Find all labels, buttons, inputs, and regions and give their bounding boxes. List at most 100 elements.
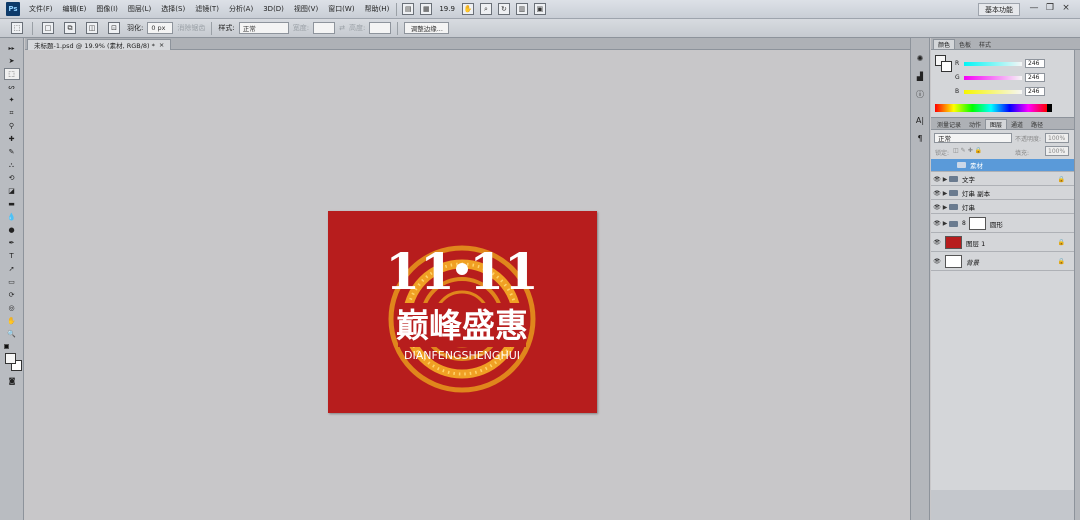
hand-tool-side-icon[interactable]: ✋ [4,315,20,327]
layer-row[interactable]: 👁 背景 🔒 [931,253,1079,271]
slider-g[interactable]: G 246 [955,73,1045,82]
tab-layers[interactable]: 图层 [985,119,1008,129]
opacity-input[interactable]: 100% [1045,133,1069,143]
clone-stamp-tool-icon[interactable]: ⛬ [4,159,20,171]
style-select[interactable]: 正常 [238,22,289,34]
layer-name[interactable]: 灯串 副本 [962,188,990,198]
tab-color[interactable]: 颜色 [933,39,956,49]
layer-row[interactable]: 👁 ▶ 灯串 [931,201,1079,214]
antialias-checkbox[interactable]: 消除锯齿 [177,23,205,33]
character-icon[interactable]: A| [913,114,927,126]
rect-marquee-tool-icon[interactable]: ⬚ [3,68,20,80]
expand-group-icon[interactable]: ▶ [941,204,949,211]
shape-tool-icon[interactable]: ▭ [4,276,20,288]
arrange-documents-icon[interactable]: ▥ [515,3,528,15]
tab-actions[interactable]: 动作 [965,119,985,129]
tab-paths[interactable]: 路径 [1027,119,1047,129]
slider-r-value[interactable]: 246 [1025,59,1045,68]
tab-styles[interactable]: 样式 [975,39,995,49]
foreground-color-swatch[interactable] [5,353,16,364]
expand-group-icon[interactable]: ▶ [941,176,949,183]
slider-b[interactable]: B 246 [955,87,1045,96]
gradient-tool-icon[interactable]: ▬ [4,198,20,210]
rotate-view-icon[interactable]: ↻ [497,3,510,15]
workspace-switcher[interactable]: 基本功能 [978,3,1020,16]
zoom-tool-icon[interactable]: ⌕ [479,3,492,15]
layer-row[interactable]: 👁 ▶ 文字 🔒 [931,173,1079,186]
layer-name[interactable]: 图层 1 [966,238,985,248]
magic-wand-tool-icon[interactable]: ✦ [4,94,20,106]
fill-input[interactable]: 100% [1045,146,1069,156]
history-brush-tool-icon[interactable]: ⟲ [4,172,20,184]
default-colors-icon[interactable] [4,344,9,349]
menu-select[interactable]: 选择(S) [156,4,190,14]
panel-scrollbar[interactable] [1074,50,1080,520]
marquee-preset-icon[interactable]: ⬚ [11,22,23,34]
visibility-toggle-icon[interactable]: 👁 [933,204,941,211]
view-extras-icon[interactable]: ▦ [420,3,433,15]
visibility-toggle-icon[interactable]: 👁 [933,239,941,246]
toolbox-collapse-icon[interactable]: ▸▸ [4,42,20,54]
menu-window[interactable]: 窗口(W) [323,4,359,14]
layer-row[interactable]: 素材 [931,159,1079,172]
tab-swatches[interactable]: 色板 [955,39,975,49]
quick-mask-icon[interactable]: ◙ [4,375,20,387]
menu-edit[interactable]: 编辑(E) [58,4,92,14]
layer-row[interactable]: 👁 ▶ 灯串 副本 [931,187,1079,200]
visibility-toggle-icon[interactable]: 👁 [933,258,941,265]
restore-icon[interactable]: ❐ [1044,3,1056,13]
document-tab[interactable]: 未标题-1.psd @ 19.9% (素材, RGB/8) * × [27,39,172,50]
layer-mask-thumbnail[interactable] [968,217,986,230]
layer-name[interactable]: 素材 [970,160,983,170]
color-panel-bg-swatch[interactable] [941,61,952,72]
artwork[interactable]: 11 11 巅峰盛惠 DIANFENGSHENGHUI [328,211,597,413]
layer-thumbnail[interactable] [945,255,962,268]
hand-tool-icon[interactable]: ✋ [461,3,474,15]
lock-options-icon[interactable]: ◫✎✚🔒 [953,147,984,154]
slider-r[interactable]: R 246 [955,59,1045,68]
visibility-toggle-icon[interactable]: 👁 [933,190,941,197]
layer-row[interactable]: 👁 图层 1 🔒 [931,234,1079,252]
tab-measurement-log[interactable]: 测量记录 [933,119,965,129]
blur-tool-icon[interactable]: 💧 [4,211,20,223]
slider-g-track[interactable] [964,75,1022,80]
add-selection-icon[interactable]: ⧉ [64,22,76,34]
feather-input[interactable]: 0 px [147,22,174,34]
layer-name[interactable]: 文字 [962,174,975,184]
crop-tool-icon[interactable]: ⌗ [4,107,20,119]
menu-image[interactable]: 图像(I) [91,4,123,14]
close-icon[interactable]: × [1060,3,1072,13]
visibility-toggle-icon[interactable]: 👁 [933,176,941,183]
expand-group-icon[interactable]: ▶ [941,220,949,227]
zoom-tool-side-icon[interactable]: 🔍 [4,328,20,340]
minimize-icon[interactable]: — [1028,3,1040,13]
eraser-tool-icon[interactable]: ◪ [4,185,20,197]
lasso-tool-icon[interactable]: ᔕ [4,81,20,93]
slider-b-track[interactable] [964,89,1022,94]
subtract-selection-icon[interactable]: ◫ [86,22,98,34]
launch-bridge-icon[interactable]: ▤ [402,3,415,15]
healing-brush-tool-icon[interactable]: ✚ [4,133,20,145]
menu-3d[interactable]: 3D(D) [258,5,289,13]
canvas-area[interactable]: 11 11 巅峰盛惠 DIANFENGSHENGHUI [25,51,910,520]
menu-view[interactable]: 视图(V) [289,4,323,14]
info-icon[interactable]: ⓘ [913,88,927,100]
menu-layer[interactable]: 图层(L) [123,4,156,14]
slider-r-track[interactable] [964,61,1022,66]
navigator-icon[interactable]: ✺ [913,52,927,64]
menu-file[interactable]: 文件(F) [24,4,58,14]
layer-name[interactable]: 背景 [966,257,979,267]
slider-g-value[interactable]: 246 [1025,73,1045,82]
move-tool-icon[interactable]: ➤ [4,55,20,67]
menu-filter[interactable]: 滤镜(T) [190,4,224,14]
menu-analysis[interactable]: 分析(A) [224,4,258,14]
dodge-tool-icon[interactable]: ● [4,224,20,236]
zoom-level[interactable]: 19.9 [435,5,459,13]
close-document-icon[interactable]: × [159,41,164,49]
histogram-icon[interactable]: ▟ [913,70,927,82]
3d-rotate-tool-icon[interactable]: ⟳ [4,289,20,301]
eyedropper-tool-icon[interactable]: ⚲ [4,120,20,132]
slider-b-value[interactable]: 246 [1025,87,1045,96]
tab-channels[interactable]: 通道 [1007,119,1027,129]
menu-help[interactable]: 帮助(H) [360,4,395,14]
